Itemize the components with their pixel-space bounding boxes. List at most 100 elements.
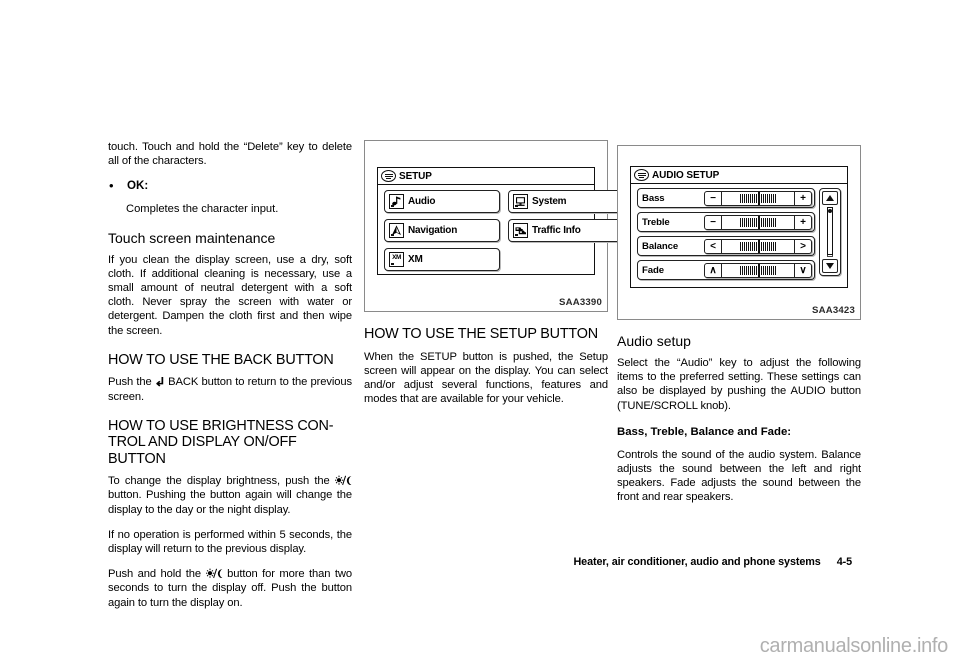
setup-emblem-icon — [381, 170, 396, 182]
bullet-item-ok: • OK: — [108, 179, 352, 193]
paragraph-timeout: If no operation is performed within 5 se… — [108, 528, 352, 556]
setup-button-audio[interactable]: Audio — [384, 190, 500, 213]
triangle-up-icon — [826, 195, 834, 201]
back-arrow-icon: ↲ — [154, 375, 166, 390]
xm-icon: XM — [389, 252, 404, 267]
audio-row-fade: Fade ∧ ∨ — [637, 260, 815, 280]
setup-button-xm-label: XM — [408, 254, 423, 265]
figure-caption-saa3390: SAA3390 — [559, 297, 602, 308]
bass-increase-button[interactable]: + — [794, 191, 811, 205]
paragraph-maintenance: If you clean the display screen, use a d… — [108, 253, 352, 337]
setup-button-traffic-info[interactable]: Traffic Info — [508, 219, 624, 242]
xm-icon-text: XM — [392, 254, 401, 261]
paragraph-brightness: To change the display brightness, push t… — [108, 474, 352, 517]
scrollbar-thumb[interactable] — [827, 207, 833, 255]
heading-setup-button: HOW TO USE THE SETUP BUTTON — [364, 326, 598, 342]
footer-page-number: 4-5 — [836, 556, 852, 568]
fade-slider-ticks — [740, 263, 776, 277]
scroll-up-button[interactable] — [822, 191, 838, 205]
column-left: touch. Touch and hold the “Delete” key t… — [108, 140, 352, 610]
setup-button-traffic-info-label: Traffic Info — [532, 225, 581, 236]
setup-button-audio-label: Audio — [408, 196, 436, 207]
paragraph-hold-pre: Push and hold the — [108, 568, 202, 581]
treble-slider[interactable]: − + — [704, 214, 812, 230]
audio-row-bass: Bass − + — [637, 188, 815, 208]
manual-page: touch. Touch and hold the “Delete” key t… — [0, 0, 960, 664]
bass-slider-ticks — [740, 191, 776, 205]
paragraph-brightness-pre: To change the display brightness, push t… — [108, 475, 330, 488]
sun-moon-icon — [334, 475, 352, 486]
bass-decrease-button[interactable]: − — [705, 191, 722, 205]
heading-back-button: HOW TO USE THE BACK BUTTON — [108, 351, 334, 368]
setup-menu-column-right: System Traffic Info — [508, 190, 624, 248]
bass-slider-track[interactable] — [722, 191, 794, 205]
bullet-label-ok: OK: — [127, 179, 149, 193]
treble-slider-track[interactable] — [722, 215, 794, 229]
audio-row-balance: Balance < > — [637, 236, 815, 256]
heading-touch-screen-maintenance: Touch screen maintenance — [108, 229, 276, 246]
heading-bass-treble-balance-fade: Bass, Treble, Balance and Fade: — [617, 425, 792, 438]
figure-caption-saa3423: SAA3423 — [812, 305, 855, 316]
figure-audio-setup-screen: AUDIO SETUP Bass − + Treble − + Balance … — [617, 145, 861, 320]
column-right: AUDIO SETUP Bass − + Treble − + Balance … — [617, 145, 861, 505]
fade-rear-button[interactable]: ∨ — [794, 263, 811, 277]
audio-setup-screen-title: AUDIO SETUP — [652, 169, 720, 181]
figure-setup-screen: SETUP Audio Navigation XM XM System Traf… — [364, 140, 624, 312]
audio-row-treble: Treble − + — [637, 212, 815, 232]
heading-brightness-control: HOW TO USE BRIGHTNESS CON-TROL AND DISPL… — [108, 417, 334, 467]
setup-screen-header: SETUP — [378, 168, 594, 185]
bullet-description-ok: Completes the character input. — [126, 203, 279, 216]
audio-row-bass-label: Bass — [642, 192, 665, 204]
treble-slider-ticks — [740, 215, 776, 229]
page-footer: Heater, air conditioner, audio and phone… — [573, 556, 852, 568]
scrollbar-track[interactable] — [827, 207, 833, 257]
setup-screen-title: SETUP — [399, 170, 432, 182]
paragraph-back-button: Push the ↲ BACK button to return to the … — [108, 375, 352, 403]
footer-section-title: Heater, air conditioner, audio and phone… — [573, 556, 821, 568]
audio-setup-rows: Bass − + Treble − + Balance < > Fade ∧ ∨ — [637, 188, 815, 284]
setup-screen: SETUP Audio Navigation XM XM System Traf… — [377, 167, 624, 277]
audio-setup-screen: AUDIO SETUP Bass − + Treble − + Balance … — [630, 166, 848, 288]
audio-setup-emblem-icon — [634, 169, 649, 181]
scroll-down-button[interactable] — [822, 259, 838, 273]
treble-decrease-button[interactable]: − — [705, 215, 722, 229]
bullet-marker: • — [109, 178, 114, 194]
fade-front-button[interactable]: ∧ — [705, 263, 722, 277]
fade-slider-track[interactable] — [722, 263, 794, 277]
paragraph-bass-treble-balance-fade: Controls the sound of the audio system. … — [617, 448, 861, 504]
fade-slider[interactable]: ∧ ∨ — [704, 262, 812, 278]
audio-row-balance-label: Balance — [642, 240, 679, 252]
paragraph-back-pre: Push the — [108, 376, 152, 389]
watermark: carmanualsonline.info — [759, 635, 949, 657]
heading-audio-setup: Audio setup — [617, 333, 691, 349]
balance-right-button[interactable]: > — [794, 239, 811, 253]
balance-left-button[interactable]: < — [705, 239, 722, 253]
audio-row-fade-label: Fade — [642, 264, 664, 276]
audio-row-treble-label: Treble — [642, 216, 670, 228]
setup-button-navigation-label: Navigation — [408, 225, 458, 236]
treble-increase-button[interactable]: + — [794, 215, 811, 229]
monitor-icon — [513, 194, 528, 209]
music-note-icon — [389, 194, 404, 209]
setup-menu-column-left: Audio Navigation XM XM — [384, 190, 500, 277]
balance-slider-ticks — [740, 239, 776, 253]
bass-slider[interactable]: − + — [704, 190, 812, 206]
scrollbar-position-dot — [828, 209, 832, 213]
setup-button-xm[interactable]: XM XM — [384, 248, 500, 271]
audio-setup-screen-header: AUDIO SETUP — [631, 167, 847, 184]
balance-slider[interactable]: < > — [704, 238, 812, 254]
audio-setup-scrollbar[interactable] — [819, 188, 841, 276]
setup-button-system[interactable]: System — [508, 190, 624, 213]
traffic-car-icon — [513, 223, 528, 238]
setup-button-system-label: System — [532, 196, 567, 207]
sun-moon-icon-2 — [205, 568, 223, 579]
navigation-arrow-icon — [389, 223, 404, 238]
paragraph-hold-button: Push and hold the button for more than t… — [108, 567, 352, 610]
paragraph-continuation: touch. Touch and hold the “Delete” key t… — [108, 141, 352, 168]
column-middle: SETUP Audio Navigation XM XM System Traf… — [364, 140, 624, 417]
setup-button-navigation[interactable]: Navigation — [384, 219, 500, 242]
balance-slider-track[interactable] — [722, 239, 794, 253]
triangle-down-icon — [826, 263, 834, 269]
paragraph-setup-button: When the SETUP button is pushed, the Set… — [364, 350, 608, 406]
paragraph-audio-setup: Select the “Audio” key to adjust the fol… — [617, 357, 861, 412]
